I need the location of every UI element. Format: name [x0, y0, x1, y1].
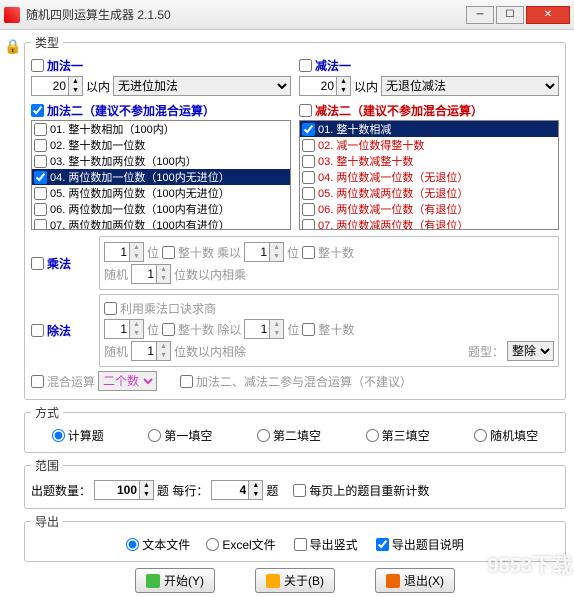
sidebar: 🔒 [4, 34, 22, 55]
mul-v3[interactable]: ▲▼ [131, 264, 171, 284]
div-d1[interactable]: ▲▼ [104, 319, 144, 339]
lock-icon: 🔒 [4, 38, 21, 54]
app-icon [4, 7, 20, 23]
add2-check[interactable]: 加法二（建议不参加混合运算） [31, 102, 215, 119]
list-item[interactable]: 03. 整十数加两位数（100内） [32, 153, 290, 169]
play-icon [146, 574, 160, 588]
list-item[interactable]: 05. 两位数加两位数（100内无进位） [32, 185, 290, 201]
exit-icon [386, 574, 400, 588]
minimize-button[interactable]: ─ [466, 6, 494, 24]
mode-radio-1[interactable]: 第一填空 [148, 427, 212, 444]
list-item[interactable]: 07. 两位数减两位数（有退位） [300, 217, 558, 230]
range-group: 范围 出题数量： ▲▼ 题 每行： ▲▼ 题 每页上的题目重新计数 [24, 457, 566, 509]
info-icon [266, 574, 280, 588]
mix-check[interactable]: 混合运算 [31, 373, 95, 390]
export-vertical-check[interactable]: 导出竖式 [294, 536, 358, 553]
add1-spin[interactable]: ▲▼ [31, 76, 83, 96]
titlebar: 随机四则运算生成器 2.1.50 ─ ☐ ✕ [0, 0, 574, 30]
add1-check[interactable]: 加法一 [31, 57, 83, 74]
mode-radio-2[interactable]: 第二填空 [257, 427, 321, 444]
div-d2[interactable]: ▲▼ [244, 319, 284, 339]
list-item[interactable]: 01. 整十数相加（100内） [32, 121, 290, 137]
type-legend: 类型 [31, 34, 63, 51]
div-check[interactable]: 除法 [31, 322, 71, 339]
about-button[interactable]: 关于(B) [255, 568, 335, 593]
perline-spin[interactable]: ▲▼ [211, 480, 263, 500]
sub2-check[interactable]: 减法二（建议不参加混合运算） [299, 102, 483, 119]
sub1-select[interactable]: 无退位减法 [381, 76, 559, 96]
mul-check[interactable]: 乘法 [31, 255, 71, 272]
type-group: 类型 加法一 ▲▼ 以内 无进位加法 减法一 [24, 34, 566, 400]
list-item[interactable]: 03. 整十数减整十数 [300, 153, 558, 169]
maximize-button[interactable]: ☐ [496, 6, 524, 24]
close-button[interactable]: ✕ [526, 6, 570, 24]
export-desc-check[interactable]: 导出题目说明 [376, 536, 464, 553]
add1-select[interactable]: 无进位加法 [113, 76, 291, 96]
list-item[interactable]: 06. 两位数减一位数（有退位） [300, 201, 558, 217]
sub1-check[interactable]: 减法一 [299, 57, 351, 74]
list-item[interactable]: 04. 两位数加一位数（100内无进位） [32, 169, 290, 185]
list-item[interactable]: 07. 两位数加两位数（100内有进位） [32, 217, 290, 230]
mix-cb2[interactable]: 加法二、减法二参与混合运算（不建议） [180, 373, 412, 390]
mode-radio-4[interactable]: 随机填空 [474, 427, 538, 444]
start-button[interactable]: 开始(Y) [135, 568, 215, 593]
list-item[interactable]: 06. 两位数加一位数（100内有进位） [32, 201, 290, 217]
mode-radio-0[interactable]: 计算题 [52, 427, 104, 444]
list-item[interactable]: 02. 整十数加一位数 [32, 137, 290, 153]
add2-listbox[interactable]: 01. 整十数相加（100内）02. 整十数加一位数03. 整十数加两位数（10… [31, 120, 291, 230]
div-type-select[interactable]: 整除 [507, 341, 554, 361]
sub1-spin[interactable]: ▲▼ [299, 76, 351, 96]
qty-spin[interactable]: ▲▼ [94, 480, 154, 500]
list-item[interactable]: 01. 整十数相减 [300, 121, 558, 137]
div-d3[interactable]: ▲▼ [131, 341, 171, 361]
list-item[interactable]: 02. 减一位数得整十数 [300, 137, 558, 153]
list-item[interactable]: 04. 两位数减一位数（无退位） [300, 169, 558, 185]
export-radio-1[interactable]: Excel文件 [206, 536, 275, 553]
export-group: 导出 文本文件 Excel文件 导出竖式 导出题目说明 [24, 513, 566, 562]
mode-group: 方式 计算题 第一填空 第二填空 第三填空 随机填空 [24, 404, 566, 453]
exit-button[interactable]: 退出(X) [375, 568, 455, 593]
mode-radio-3[interactable]: 第三填空 [366, 427, 430, 444]
export-radio-0[interactable]: 文本文件 [126, 536, 190, 553]
mul-v2[interactable]: ▲▼ [244, 242, 284, 262]
mix-select[interactable]: 二个数 [98, 371, 157, 391]
list-item[interactable]: 05. 两位数减两位数（无退位） [300, 185, 558, 201]
renumber-check[interactable]: 每页上的题目重新计数 [293, 482, 429, 499]
window-title: 随机四则运算生成器 2.1.50 [26, 6, 464, 23]
mul-v1[interactable]: ▲▼ [104, 242, 144, 262]
sub2-listbox[interactable]: 01. 整十数相减02. 减一位数得整十数03. 整十数减整十数04. 两位数减… [299, 120, 559, 230]
